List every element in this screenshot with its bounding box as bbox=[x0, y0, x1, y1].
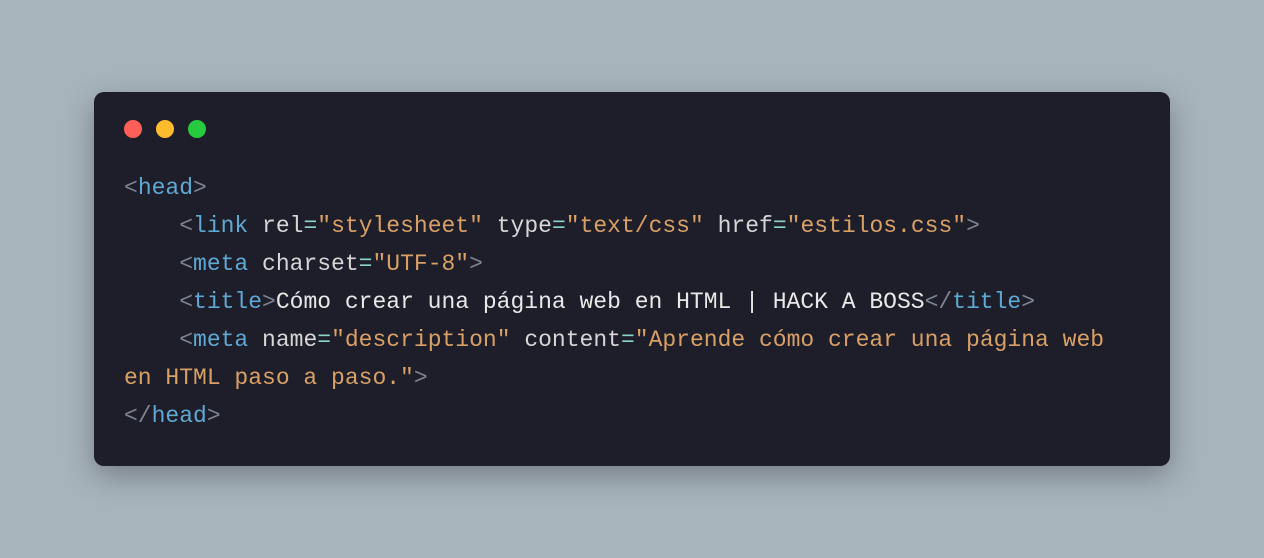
bracket: < bbox=[179, 327, 193, 353]
equals: = bbox=[359, 251, 373, 277]
attr-charset: charset bbox=[262, 251, 359, 277]
string-utf8: "UTF-8" bbox=[372, 251, 469, 277]
string-stylesheet: "stylesheet" bbox=[317, 213, 483, 239]
code-window: <head> <link rel="stylesheet" type="text… bbox=[94, 92, 1170, 466]
tag-head: head bbox=[138, 175, 193, 201]
code-line-2: <link rel="stylesheet" type="text/css" h… bbox=[179, 213, 980, 239]
bracket: < bbox=[179, 289, 193, 315]
tag-meta: meta bbox=[193, 327, 248, 353]
equals: = bbox=[621, 327, 635, 353]
close-icon[interactable] bbox=[124, 120, 142, 138]
tag-title-close: title bbox=[952, 289, 1021, 315]
bracket: > bbox=[414, 365, 428, 391]
bracket: < bbox=[124, 175, 138, 201]
minimize-icon[interactable] bbox=[156, 120, 174, 138]
equals: = bbox=[552, 213, 566, 239]
tag-title-open: title bbox=[193, 289, 262, 315]
code-line-1: <head> bbox=[124, 175, 207, 201]
code-line-3: <meta charset="UTF-8"> bbox=[179, 251, 483, 277]
bracket: > bbox=[469, 251, 483, 277]
bracket: > bbox=[207, 403, 221, 429]
tag-link: link bbox=[193, 213, 248, 239]
equals: = bbox=[303, 213, 317, 239]
tag-head-close: head bbox=[152, 403, 207, 429]
bracket: > bbox=[966, 213, 980, 239]
bracket: > bbox=[1021, 289, 1035, 315]
bracket: > bbox=[262, 289, 276, 315]
tag-meta: meta bbox=[193, 251, 248, 277]
maximize-icon[interactable] bbox=[188, 120, 206, 138]
title-text: Cómo crear una página web en HTML | HACK… bbox=[276, 289, 925, 315]
attr-type: type bbox=[497, 213, 552, 239]
bracket: </ bbox=[124, 403, 152, 429]
code-line-6: </head> bbox=[124, 403, 221, 429]
code-content: <head> <link rel="stylesheet" type="text… bbox=[124, 170, 1140, 436]
string-textcss: "text/css" bbox=[566, 213, 704, 239]
code-line-5: <meta name="description" content="Aprend… bbox=[124, 327, 1118, 391]
code-line-4: <title>Cómo crear una página web en HTML… bbox=[179, 289, 1035, 315]
bracket: > bbox=[193, 175, 207, 201]
attr-href: href bbox=[718, 213, 773, 239]
traffic-lights bbox=[124, 120, 1140, 138]
equals: = bbox=[773, 213, 787, 239]
attr-content: content bbox=[524, 327, 621, 353]
bracket: < bbox=[179, 213, 193, 239]
equals: = bbox=[317, 327, 331, 353]
attr-name: name bbox=[262, 327, 317, 353]
bracket: < bbox=[179, 251, 193, 277]
string-description: "description" bbox=[331, 327, 510, 353]
attr-rel: rel bbox=[262, 213, 303, 239]
string-estilos: "estilos.css" bbox=[787, 213, 966, 239]
bracket: </ bbox=[925, 289, 953, 315]
